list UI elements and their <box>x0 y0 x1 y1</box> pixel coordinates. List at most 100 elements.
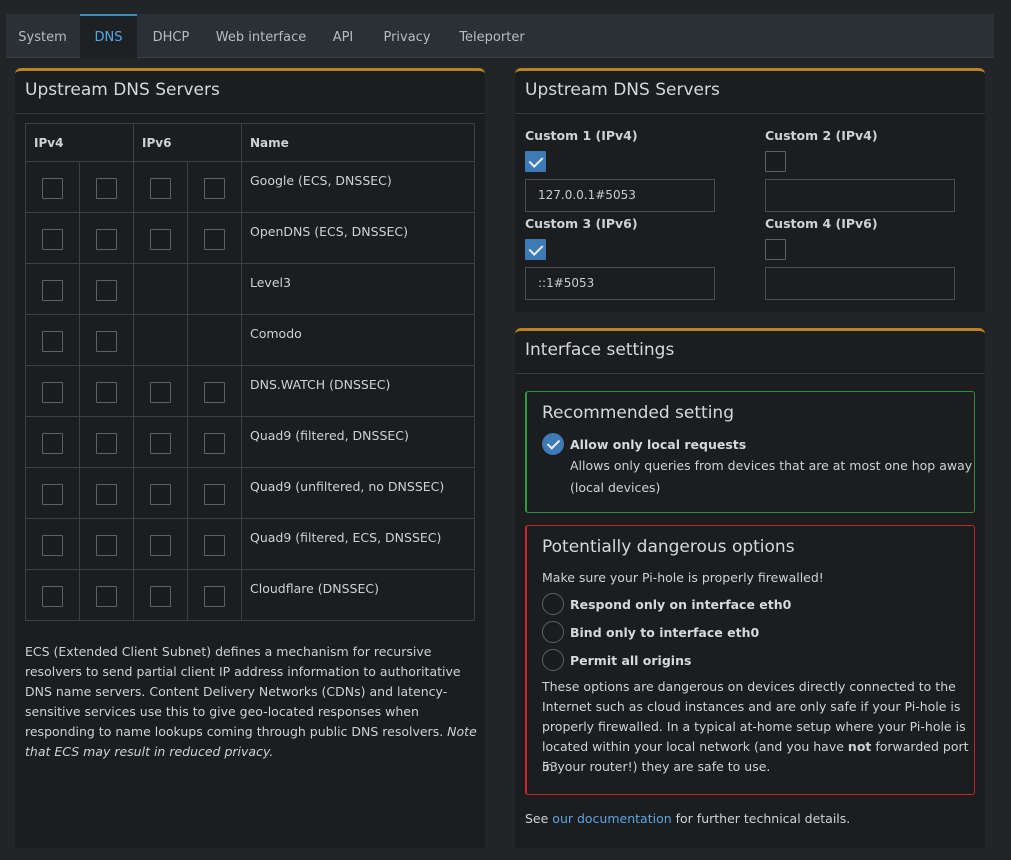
allow-local-radio[interactable] <box>542 433 564 455</box>
danger-desc-4a: located within your local network (and y… <box>542 739 848 754</box>
ipv4-checkbox-2[interactable] <box>96 382 117 403</box>
checkbox-cell <box>187 518 242 570</box>
ipv4-checkbox-2[interactable] <box>96 178 117 199</box>
dns-servers-table: IPv4 IPv6 Name Google (ECS, DNSSEC) OpenD… <box>25 123 475 621</box>
ipv6-checkbox-1[interactable] <box>150 586 171 607</box>
ipv6-checkbox-2[interactable] <box>204 229 225 250</box>
custom2-checkbox[interactable] <box>765 151 786 172</box>
ipv6-checkbox-1[interactable] <box>150 535 171 556</box>
checkbox-cell <box>25 365 80 417</box>
custom3-checkbox[interactable] <box>525 239 546 260</box>
ipv4-checkbox-1[interactable] <box>42 382 63 403</box>
checkbox-cell <box>133 467 188 519</box>
documentation-link[interactable]: our documentation <box>552 811 671 826</box>
checkbox-cell <box>133 569 188 621</box>
checkbox-cell <box>133 518 188 570</box>
ipv4-checkbox-1[interactable] <box>42 280 63 301</box>
ipv6-checkbox-2[interactable] <box>204 382 225 403</box>
server-name: Level3 <box>241 263 475 315</box>
tab-teleporter[interactable]: Teleporter <box>452 14 532 58</box>
ipv4-checkbox-1[interactable] <box>42 178 63 199</box>
custom3-input[interactable]: ::1#5053 <box>525 267 715 300</box>
bind-eth0-radio[interactable] <box>542 621 564 643</box>
permit-all-radio[interactable] <box>542 649 564 671</box>
ipv4-checkbox-1[interactable] <box>42 331 63 352</box>
danger-desc-3: properly firewalled. In a typical at-hom… <box>542 719 966 734</box>
table-row: Cloudflare (DNSSEC) <box>25 569 475 621</box>
ipv4-checkbox-1[interactable] <box>42 535 63 556</box>
checkbox-cell <box>133 365 188 417</box>
checkbox-cell <box>25 467 80 519</box>
custom1-checkbox[interactable] <box>525 151 546 172</box>
name-header: Name <box>241 123 475 162</box>
checkbox-cell <box>133 161 188 213</box>
divider <box>515 113 985 114</box>
checkbox-cell <box>79 212 134 264</box>
ipv6-checkbox-1[interactable] <box>150 484 171 505</box>
server-name: OpenDNS (ECS, DNSSEC) <box>241 212 475 264</box>
custom4-checkbox[interactable] <box>765 239 786 260</box>
tab-privacy[interactable]: Privacy <box>374 14 440 58</box>
custom4-input[interactable] <box>765 267 955 300</box>
checkbox-cell <box>133 416 188 468</box>
checkbox-cell <box>79 518 134 570</box>
firewall-warning: Make sure your Pi-hole is properly firew… <box>542 570 824 585</box>
tab-dns[interactable]: DNS <box>80 14 137 58</box>
server-name: Quad9 (filtered, ECS, DNSSEC) <box>241 518 475 570</box>
allow-local-desc-1: Allows only queries from devices that ar… <box>570 458 973 473</box>
allow-local-label[interactable]: Allow only local requests <box>570 437 746 452</box>
permit-all-label[interactable]: Permit all origins <box>570 653 691 668</box>
custom2-input[interactable] <box>765 179 955 212</box>
custom4-label: Custom 4 (IPv6) <box>765 216 878 231</box>
custom1-label: Custom 1 (IPv4) <box>525 128 638 143</box>
checkbox-cell <box>187 161 242 213</box>
table-row: DNS.WATCH (DNSSEC) <box>25 365 475 417</box>
custom2-label: Custom 2 (IPv4) <box>765 128 878 143</box>
divider <box>515 373 985 374</box>
ipv4-checkbox-1[interactable] <box>42 229 63 250</box>
checkbox-cell <box>79 263 134 315</box>
tab-api[interactable]: API <box>322 14 364 58</box>
ipv4-checkbox-2[interactable] <box>96 229 117 250</box>
danger-desc-1: These options are dangerous on devices d… <box>542 679 956 694</box>
ipv6-checkbox-1[interactable] <box>150 178 171 199</box>
custom1-input[interactable]: 127.0.0.1#5053 <box>525 179 715 212</box>
table-row: OpenDNS (ECS, DNSSEC) <box>25 212 475 264</box>
tab-system[interactable]: System <box>6 14 79 58</box>
ipv6-checkbox-2[interactable] <box>204 178 225 199</box>
respond-eth0-radio[interactable] <box>542 593 564 615</box>
documentation-note: See our documentation for further techni… <box>525 809 850 829</box>
checkbox-cell <box>133 212 188 264</box>
ipv6-checkbox-1[interactable] <box>150 229 171 250</box>
interface-settings-panel: Interface settings Recommended setting A… <box>515 328 985 848</box>
ipv4-checkbox-1[interactable] <box>42 484 63 505</box>
ipv4-checkbox-2[interactable] <box>96 535 117 556</box>
server-name: Quad9 (unfiltered, no DNSSEC) <box>241 467 475 519</box>
ipv6-checkbox-2[interactable] <box>204 484 225 505</box>
ipv6-checkbox-2[interactable] <box>204 586 225 607</box>
ipv6-checkbox-2[interactable] <box>204 535 225 556</box>
ipv4-checkbox-2[interactable] <box>96 484 117 505</box>
ipv4-header: IPv4 <box>25 123 134 162</box>
ipv6-checkbox-1[interactable] <box>150 433 171 454</box>
tab-web-interface[interactable]: Web interface <box>210 14 312 58</box>
ipv4-checkbox-2[interactable] <box>96 433 117 454</box>
ipv4-checkbox-2[interactable] <box>96 331 117 352</box>
respond-eth0-label[interactable]: Respond only on interface eth0 <box>570 597 791 612</box>
danger-desc-4b: not <box>847 739 872 754</box>
ipv6-checkbox-1[interactable] <box>150 382 171 403</box>
server-name: DNS.WATCH (DNSSEC) <box>241 365 475 417</box>
ipv4-checkbox-2[interactable] <box>96 280 117 301</box>
ipv4-checkbox-1[interactable] <box>42 433 63 454</box>
panel-title: Upstream DNS Servers <box>25 80 220 100</box>
ipv6-checkbox-2[interactable] <box>204 433 225 454</box>
bind-eth0-label[interactable]: Bind only to interface eth0 <box>570 625 759 640</box>
ipv4-checkbox-1[interactable] <box>42 586 63 607</box>
ipv4-checkbox-2[interactable] <box>96 586 117 607</box>
allow-local-desc-2: (local devices) <box>570 480 661 495</box>
checkbox-cell <box>187 314 242 366</box>
checkbox-cell <box>133 263 188 315</box>
divider <box>15 113 485 114</box>
checkbox-cell <box>25 569 80 621</box>
tab-dhcp[interactable]: DHCP <box>142 14 200 58</box>
